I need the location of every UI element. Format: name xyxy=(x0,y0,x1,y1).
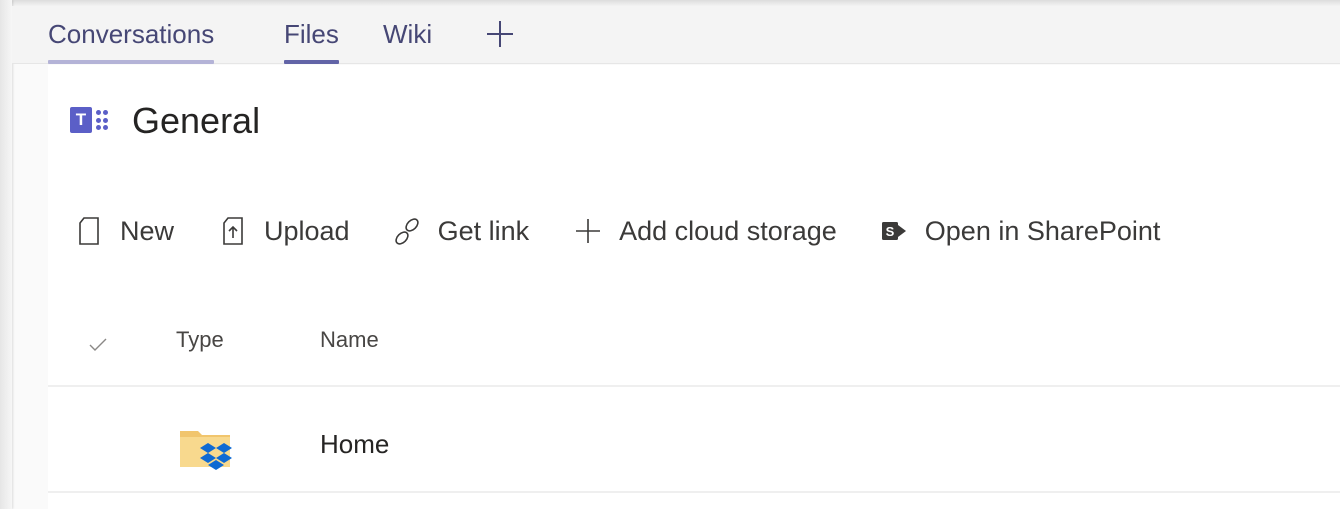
column-header-type[interactable]: Type xyxy=(176,325,224,355)
left-rail xyxy=(0,0,12,509)
svg-text:S: S xyxy=(885,224,894,239)
get-link-button[interactable]: Get link xyxy=(394,209,530,253)
link-icon xyxy=(394,218,419,245)
tab-files-active-indicator xyxy=(284,60,339,64)
add-cloud-storage-button[interactable]: Add cloud storage xyxy=(575,209,837,253)
open-in-sharepoint-button[interactable]: S Open in SharePoint xyxy=(881,209,1161,253)
app-frame: Conversations Files Wiki T General New U… xyxy=(0,0,1340,509)
upload-button[interactable]: Upload xyxy=(220,209,350,253)
add-tab-plus-icon[interactable] xyxy=(484,18,516,50)
get-link-button-label: Get link xyxy=(437,215,530,246)
new-document-icon xyxy=(79,217,99,245)
tab-conversations-label: Conversations xyxy=(48,19,215,49)
open-in-sharepoint-label: Open in SharePoint xyxy=(924,215,1161,246)
files-toolbar: New Upload Get link Add cloud storage S … xyxy=(76,209,1160,253)
new-button[interactable]: New xyxy=(76,209,174,253)
file-row[interactable]: Home xyxy=(48,389,1340,493)
files-content-pane: T General New Upload Get link Add cloud … xyxy=(48,65,1340,509)
sharepoint-icon: S xyxy=(881,222,906,240)
dropbox-folder-icon xyxy=(180,431,232,470)
upload-icon xyxy=(223,217,243,245)
file-list-column-header: Type Name xyxy=(48,303,1340,387)
tab-wiki-label: Wiki xyxy=(383,19,433,49)
channel-tab-bar: Conversations Files Wiki xyxy=(12,6,1340,64)
tab-files-label: Files xyxy=(284,19,339,49)
plus-icon xyxy=(576,219,601,243)
tab-wiki[interactable]: Wiki xyxy=(383,20,432,64)
tab-conversations[interactable]: Conversations xyxy=(48,19,215,64)
tab-conversations-underline xyxy=(48,60,215,64)
channel-header: T General xyxy=(70,99,260,143)
add-cloud-storage-label: Add cloud storage xyxy=(619,215,837,246)
column-header-name[interactable]: Name xyxy=(320,325,379,355)
tab-files[interactable]: Files xyxy=(284,20,339,64)
select-all-check-icon[interactable] xyxy=(88,337,108,353)
teams-logo-icon: T xyxy=(70,104,122,138)
file-row-name[interactable]: Home xyxy=(320,427,389,461)
channel-title: General xyxy=(132,100,261,141)
upload-button-label: Upload xyxy=(264,215,350,246)
new-button-label: New xyxy=(120,215,175,246)
